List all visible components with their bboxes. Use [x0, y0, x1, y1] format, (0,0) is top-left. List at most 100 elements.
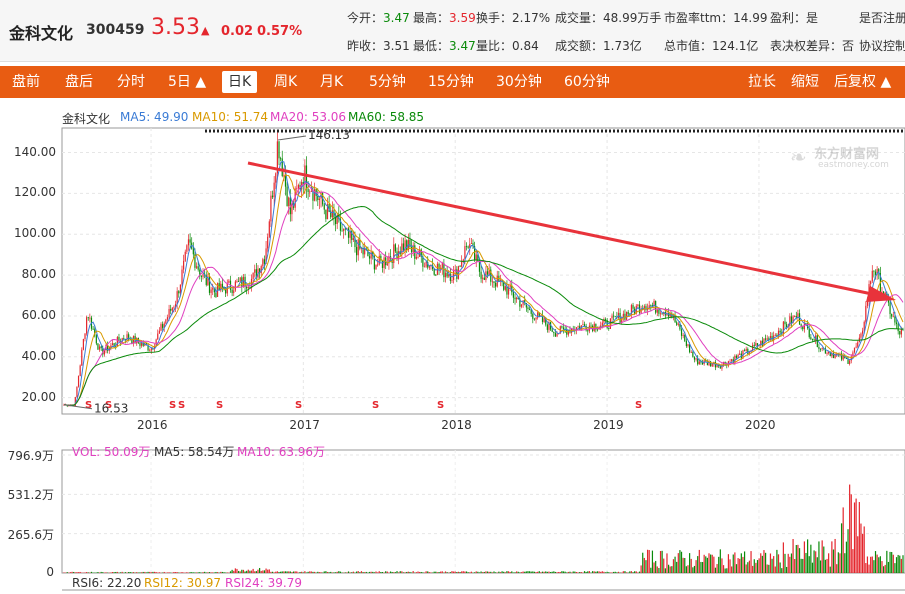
- candle-body: [861, 330, 864, 334]
- volume-bar: [292, 571, 295, 573]
- candle-body: [795, 316, 797, 318]
- volume-bar: [451, 571, 453, 573]
- quote-value: 2.17%: [512, 11, 551, 25]
- candle-body: [787, 325, 789, 328]
- candle-body: [221, 283, 224, 288]
- volume-bar: [575, 571, 578, 573]
- volume-bar: [792, 539, 794, 573]
- candle-body: [183, 260, 185, 270]
- volume-bar: [592, 571, 594, 573]
- period-tab[interactable]: 60分钟: [564, 66, 610, 98]
- volume-bar: [401, 571, 403, 573]
- candle-body: [519, 299, 521, 307]
- volume-bar: [679, 550, 681, 573]
- candle-body: [716, 365, 718, 368]
- period-tab[interactable]: 5分钟: [369, 66, 406, 98]
- volume-bar: [136, 572, 138, 573]
- volume-bar: [637, 572, 639, 573]
- candle-body: [693, 356, 696, 360]
- volume-bar: [700, 561, 702, 573]
- candle-body: [302, 181, 304, 185]
- volume-bar: [567, 571, 569, 573]
- candle-body: [470, 243, 472, 245]
- volume-bar: [110, 572, 112, 573]
- chart-control-button[interactable]: 后复权 ▲: [834, 66, 891, 98]
- period-tab[interactable]: 30分钟: [496, 66, 542, 98]
- volume-bar: [520, 572, 523, 573]
- volume-bar: [585, 571, 587, 573]
- candle-body: [807, 323, 809, 329]
- volume-bar: [480, 571, 482, 573]
- candle-body: [819, 348, 822, 350]
- candle-body: [760, 340, 762, 346]
- candle-body: [792, 316, 794, 324]
- candle-body: [354, 238, 356, 247]
- volume-bar: [464, 571, 466, 573]
- period-tab[interactable]: 15分钟: [428, 66, 474, 98]
- stock-code: 300459: [86, 22, 145, 38]
- volume-bar: [779, 562, 781, 573]
- volume-bar: [530, 571, 532, 573]
- period-tab[interactable]: 分时: [117, 66, 145, 98]
- candle-body: [441, 263, 443, 269]
- volume-bar: [140, 572, 143, 573]
- candle-body: [887, 295, 890, 303]
- volume-bar: [427, 571, 429, 573]
- period-tab[interactable]: 盘后: [65, 66, 93, 98]
- volume-bar: [320, 572, 322, 573]
- candle-body: [769, 335, 772, 340]
- candle-body: [344, 228, 346, 230]
- volume-bar: [213, 572, 215, 573]
- candle-body: [811, 339, 814, 340]
- quote-label: 最低：: [413, 39, 450, 53]
- volume-bar: [212, 572, 214, 573]
- candle-body: [283, 175, 285, 177]
- quote-label: 成交额：: [555, 39, 604, 53]
- volume-bar: [580, 572, 582, 573]
- candle-body: [588, 325, 590, 332]
- candle-body: [364, 248, 366, 255]
- volume-bar: [147, 571, 149, 573]
- volume-bar: [640, 565, 642, 573]
- volume-bar: [722, 565, 725, 573]
- period-tab[interactable]: 月K: [320, 66, 343, 98]
- volume-bar: [837, 552, 839, 573]
- volume-bar: [748, 560, 751, 573]
- volume-bar: [685, 566, 687, 573]
- candle-body: [409, 239, 411, 247]
- volume-bar: [210, 572, 212, 573]
- volume-bar: [309, 571, 311, 573]
- period-tab[interactable]: 日K: [222, 71, 258, 93]
- volume-bar: [415, 572, 418, 573]
- volume-bar: [299, 571, 301, 573]
- candle-body: [697, 358, 699, 365]
- volume-bar: [571, 572, 573, 573]
- candle-body: [200, 275, 203, 277]
- volume-bar: [225, 572, 227, 573]
- candle-body: [377, 264, 379, 266]
- candle-body: [331, 210, 333, 218]
- volume-bar: [305, 572, 308, 573]
- volume-bar: [410, 572, 413, 573]
- period-tab[interactable]: 周K: [274, 66, 297, 98]
- volume-bar: [655, 560, 657, 573]
- candle-body: [472, 243, 474, 247]
- period-tab[interactable]: 5日 ▲: [168, 66, 206, 98]
- candle-body: [756, 343, 759, 347]
- period-tab[interactable]: 盘前: [12, 66, 40, 98]
- volume-bar: [546, 571, 548, 573]
- chart-control-button[interactable]: 缩短: [791, 66, 819, 98]
- chart-control-button[interactable]: 拉长: [748, 66, 776, 98]
- quote-label: 成交量：: [555, 11, 604, 25]
- date-tick-label: 2016: [137, 418, 168, 432]
- volume-bar: [776, 549, 778, 573]
- volume-bar: [514, 572, 516, 573]
- volume-bar: [63, 572, 65, 573]
- volume-bar: [326, 571, 329, 573]
- volume-bar: [364, 572, 366, 573]
- candle-body: [543, 318, 545, 322]
- candle-body: [790, 316, 793, 324]
- volume-bar: [891, 551, 893, 573]
- price-tick-label: 40.00: [21, 348, 56, 363]
- candle-body: [465, 246, 468, 247]
